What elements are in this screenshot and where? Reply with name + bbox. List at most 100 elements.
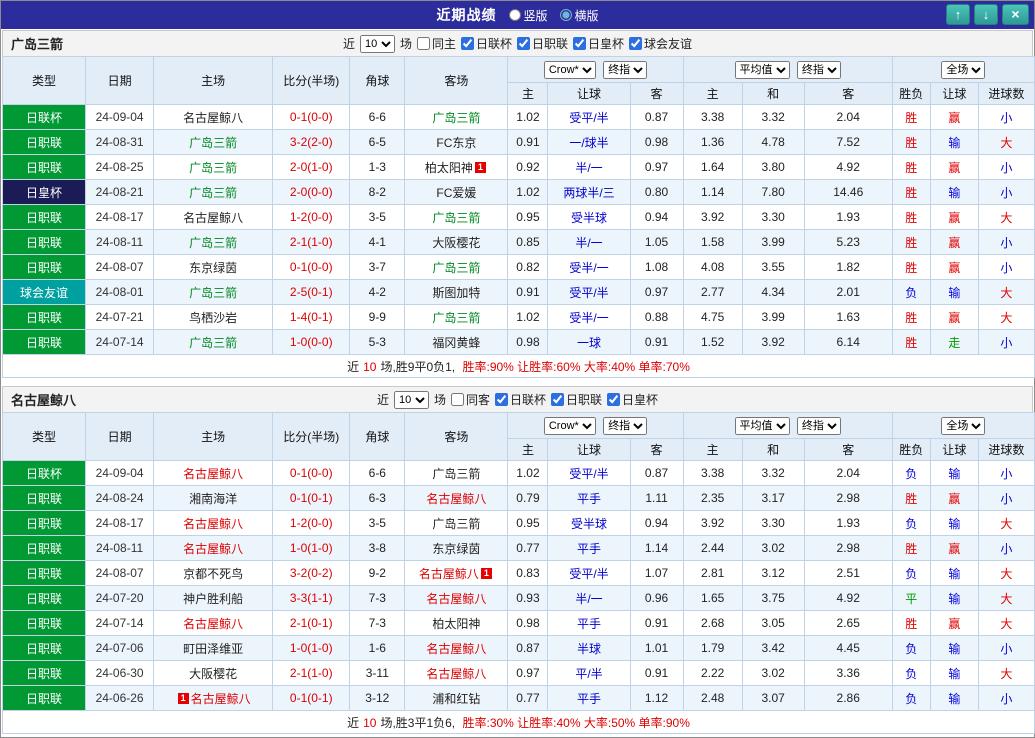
away-team[interactable]: FC爱媛 (404, 179, 509, 205)
league-badge: 日职联 (1, 254, 87, 280)
home-team[interactable]: 鸟栖沙岩 (153, 304, 274, 330)
home-team[interactable]: 湘南海洋 (153, 485, 274, 511)
section-header: 名古屋鲸八 近 10 场 同客 日联杯 日职联 日皇杯 (2, 386, 1033, 412)
away-team[interactable]: 名古屋鲸八 1 (404, 560, 509, 586)
away-team[interactable]: 斯图加特 (404, 279, 509, 305)
horizontal-radio[interactable] (559, 9, 572, 21)
same-venue-filter[interactable]: 同客 (450, 391, 490, 408)
league-filter-2-checkbox[interactable] (607, 393, 621, 406)
league-filter-2[interactable]: 日皇杯 (607, 391, 658, 408)
corners: 3-7 (349, 254, 406, 280)
score: 1-2(0-0) (272, 510, 351, 536)
away-team[interactable]: 名古屋鲸八 (404, 485, 509, 511)
away-team[interactable]: 广岛三箭 (404, 510, 509, 536)
same-venue-filter-checkbox[interactable] (416, 37, 430, 50)
score: 3-3(1-1) (272, 585, 351, 611)
home-team[interactable]: 广岛三箭 (153, 229, 274, 255)
home-team[interactable]: 东京绿茵 (153, 254, 274, 280)
away-team[interactable]: 柏太阳神 1 (404, 154, 509, 180)
league-filter-1[interactable]: 日职联 (517, 35, 568, 52)
result-goals: 大 (977, 660, 1035, 686)
away-team[interactable]: 广岛三箭 (404, 304, 509, 330)
league-filter-0[interactable]: 日联杯 (495, 391, 546, 408)
layout-vertical-option[interactable]: 竖版 (508, 7, 548, 24)
odds-home: 0.91 (507, 279, 549, 305)
away-team[interactable]: 柏太阳神 (404, 610, 509, 636)
scroll-down-button[interactable]: ↓ (974, 4, 998, 25)
league-filter-1-checkbox[interactable] (551, 393, 565, 406)
league-filter-2[interactable]: 日皇杯 (573, 35, 624, 52)
odds-handicap: 半球 (547, 635, 631, 661)
scope-select[interactable]: 全场 (941, 60, 986, 79)
league-filter-2-checkbox[interactable] (573, 37, 587, 50)
home-team[interactable]: 大阪樱花 (153, 660, 274, 686)
home-team[interactable]: 名古屋鲸八 (153, 104, 274, 130)
average-select[interactable]: 平均值 (734, 60, 790, 79)
corners: 8-2 (349, 179, 406, 205)
result-outcome: 胜 (891, 254, 931, 280)
away-team[interactable]: 名古屋鲸八 (404, 585, 509, 611)
avg-home: 4.08 (682, 254, 743, 280)
layout-horizontal-option[interactable]: 横版 (559, 7, 599, 24)
sub-header-handicap-result: 让球 (929, 82, 979, 105)
away-team[interactable]: FC东京 (404, 129, 509, 155)
away-team[interactable]: 广岛三箭 (404, 460, 509, 486)
match-row: 日职联 24-08-07 东京绿茵 0-1(0-0) 3-7 广岛三箭 0.82 受半/一 1.… (1, 254, 1035, 280)
odds-company-select[interactable]: Crow* (543, 60, 596, 79)
scope-select[interactable]: 全场 (941, 416, 986, 435)
horizontal-radio-label: 横版 (574, 8, 599, 23)
result-outcome: 胜 (891, 154, 931, 180)
result-handicap: 赢 (929, 254, 979, 280)
same-venue-filter-checkbox[interactable] (450, 393, 464, 406)
home-team[interactable]: 京都不死鸟 (153, 560, 274, 586)
odds-home: 0.82 (507, 254, 549, 280)
away-team[interactable]: 广岛三箭 (404, 204, 509, 230)
away-team[interactable]: 名古屋鲸八 (404, 635, 509, 661)
home-team[interactable]: 神户胜利船 (153, 585, 274, 611)
away-team[interactable]: 广岛三箭 (404, 104, 509, 130)
league-filter-1-checkbox[interactable] (517, 37, 530, 50)
score: 0-1(0-0) (272, 460, 351, 486)
league-filter-0-checkbox[interactable] (460, 37, 474, 50)
average-time-select[interactable]: 终指 (796, 416, 841, 435)
league-filter-0-checkbox[interactable] (495, 393, 508, 406)
scroll-up-button[interactable]: ↑ (946, 4, 970, 25)
home-team[interactable]: 广岛三箭 (153, 279, 274, 305)
home-team[interactable]: 名古屋鲸八 (153, 510, 274, 536)
league-filter-0[interactable]: 日联杯 (460, 35, 512, 52)
odds-time-select[interactable]: 终指 (603, 416, 648, 435)
home-team[interactable]: 町田泽维亚 (153, 635, 274, 661)
home-team[interactable]: 1 名古屋鲸八 (153, 685, 274, 711)
home-team[interactable]: 广岛三箭 (153, 329, 274, 355)
league-filter-3[interactable]: 球会友谊 (629, 35, 692, 52)
away-team[interactable]: 名古屋鲸八 (404, 660, 509, 686)
league-badge: 日职联 (1, 485, 87, 511)
close-button[interactable]: × (1002, 4, 1029, 25)
odds-time-select[interactable]: 终指 (603, 60, 648, 79)
vertical-radio[interactable] (508, 9, 521, 21)
average-select[interactable]: 平均值 (734, 416, 790, 435)
home-team[interactable]: 广岛三箭 (153, 154, 274, 180)
result-outcome: 负 (891, 460, 931, 486)
match-count-select[interactable]: 10 (359, 34, 395, 53)
home-team[interactable]: 广岛三箭 (153, 179, 274, 205)
away-team[interactable]: 福冈黄蜂 (404, 329, 509, 355)
home-team[interactable]: 名古屋鲸八 (153, 610, 274, 636)
odds-home: 1.02 (507, 104, 549, 130)
away-team[interactable]: 浦和红钻 (404, 685, 509, 711)
home-team[interactable]: 名古屋鲸八 (153, 460, 274, 486)
odds-company-select[interactable]: Crow* (543, 416, 596, 435)
away-team[interactable]: 广岛三箭 (404, 254, 509, 280)
away-team[interactable]: 东京绿茵 (404, 535, 509, 561)
home-team[interactable]: 名古屋鲸八 (153, 204, 274, 230)
home-team[interactable]: 名古屋鲸八 (153, 535, 274, 561)
league-filter-3-checkbox[interactable] (629, 37, 643, 50)
odds-home: 0.93 (507, 585, 549, 611)
same-venue-filter[interactable]: 同主 (416, 35, 456, 52)
league-filter-1[interactable]: 日职联 (551, 391, 602, 408)
match-count-select[interactable]: 10 (393, 390, 429, 409)
home-team[interactable]: 广岛三箭 (153, 129, 274, 155)
down-arrow-icon: ↓ (982, 7, 990, 22)
away-team[interactable]: 大阪樱花 (404, 229, 509, 255)
average-time-select[interactable]: 终指 (796, 60, 841, 79)
